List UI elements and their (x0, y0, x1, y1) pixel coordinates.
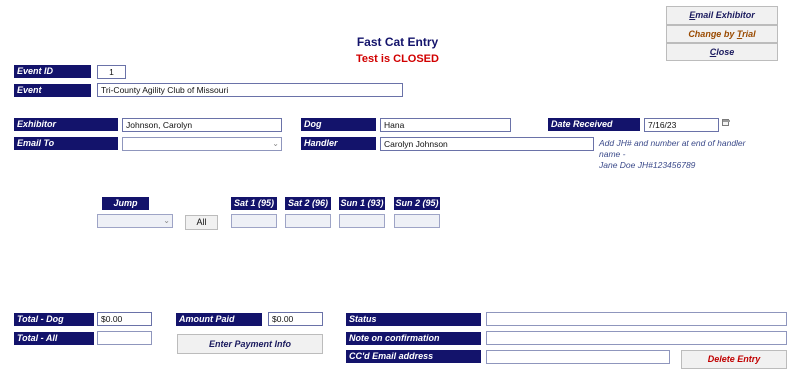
email-exhibitor-label: mail Exhibitor (695, 10, 755, 20)
trial-sat2-label: Sat 2 (96) (285, 197, 331, 210)
handler-hint-line-2: name - (599, 149, 626, 159)
trial-sun1-field[interactable] (339, 214, 385, 228)
note-on-confirmation-field[interactable] (486, 331, 787, 345)
change-by-trial-label-rest: rial (742, 29, 756, 39)
total-all-label: Total - All (14, 332, 94, 345)
date-received-field[interactable]: 7/16/23 (644, 118, 719, 132)
exhibitor-label: Exhibitor (14, 118, 118, 131)
test-status: Test is CLOSED (356, 53, 439, 65)
date-received-label: Date Received (548, 118, 640, 131)
jump-dropdown[interactable]: ⌄ (97, 214, 173, 228)
dog-label: Dog (301, 118, 376, 131)
page-title: Fast Cat Entry (356, 35, 439, 49)
status-field[interactable] (486, 312, 787, 326)
trial-sat1-label: Sat 1 (95) (231, 197, 277, 210)
close-button[interactable]: Close (666, 43, 778, 61)
email-to-label: Email To (14, 137, 118, 150)
handler-field[interactable]: Carolyn Johnson (380, 137, 594, 151)
event-label: Event (14, 84, 91, 97)
total-dog-field[interactable]: $0.00 (97, 312, 152, 326)
enter-payment-info-button[interactable]: Enter Payment Info (177, 334, 323, 354)
event-id-label: Event ID (14, 65, 91, 78)
handler-hint-line-3: Jane Doe JH#123456789 (599, 160, 696, 170)
jump-label: Jump (102, 197, 149, 210)
handler-hint: Add JH# and number at end of handler nam… (599, 138, 774, 171)
handler-label: Handler (301, 137, 376, 150)
trial-sat2-field[interactable] (285, 214, 331, 228)
trial-sun2-label: Sun 2 (95) (394, 197, 440, 210)
exhibitor-field[interactable]: Johnson, Carolyn (122, 118, 282, 132)
close-label: lose (716, 47, 735, 57)
delete-entry-button[interactable]: Delete Entry (681, 350, 787, 369)
trial-sat1-field[interactable] (231, 214, 277, 228)
handler-hint-line-1: Add JH# and number at end of handler (599, 138, 746, 148)
note-on-confirmation-label: Note on confirmation (346, 332, 481, 345)
calendar-icon[interactable] (722, 119, 730, 126)
trial-sun1-label: Sun 1 (93) (339, 197, 385, 210)
change-by-trial-label-prefix: Change by (688, 29, 737, 39)
chevron-down-icon: ⌄ (272, 139, 279, 148)
event-field[interactable]: Tri-County Agility Club of Missouri (97, 83, 403, 97)
total-all-field[interactable] (97, 331, 152, 345)
email-exhibitor-button[interactable]: Email Exhibitor (666, 6, 778, 25)
status-label: Status (346, 313, 481, 326)
change-by-trial-button[interactable]: Change by Trial (666, 25, 778, 43)
all-button[interactable]: All (185, 215, 218, 230)
amount-paid-field[interactable]: $0.00 (268, 312, 323, 326)
dog-field[interactable]: Hana (380, 118, 511, 132)
trial-sun2-field[interactable] (394, 214, 440, 228)
cc-email-label: CC'd Email address (346, 350, 481, 363)
email-to-dropdown[interactable]: ⌄ (122, 137, 282, 151)
cc-email-field[interactable] (486, 350, 670, 364)
total-dog-label: Total - Dog (14, 313, 94, 326)
chevron-down-icon: ⌄ (163, 216, 170, 225)
event-id-field[interactable]: 1 (97, 65, 126, 79)
amount-paid-label: Amount Paid (176, 313, 262, 326)
